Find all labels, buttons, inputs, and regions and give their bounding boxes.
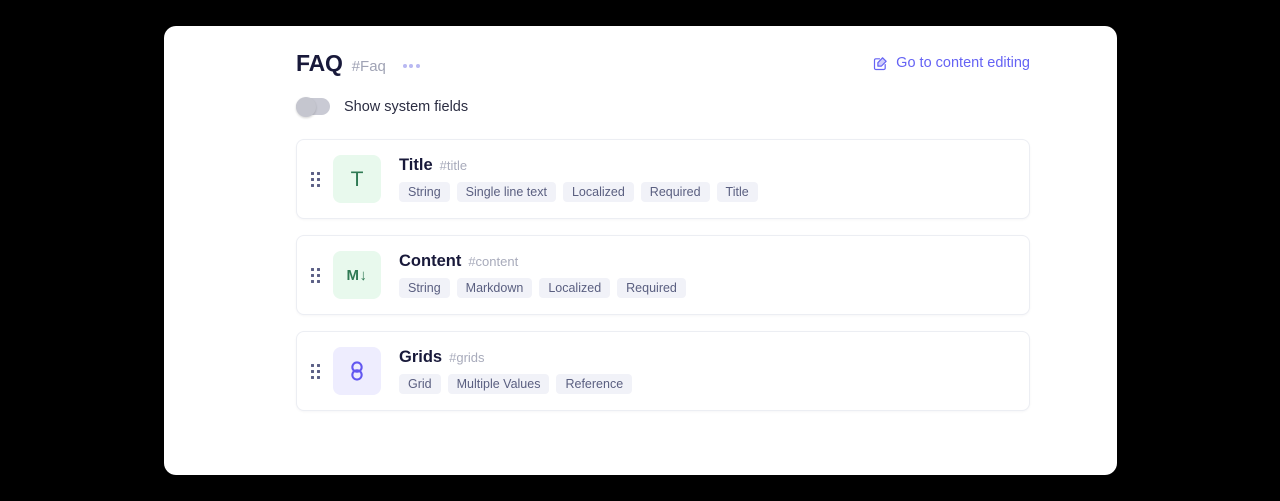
field-tag: Multiple Values (447, 374, 550, 394)
dot-icon (409, 63, 414, 68)
toggle-knob (296, 96, 316, 117)
field-tag: Required (640, 182, 710, 202)
field-name: Content (399, 252, 462, 270)
field-icon-glyph: T (350, 167, 364, 191)
field-slug: #title (439, 158, 468, 173)
dot-icon (402, 63, 407, 68)
field-body: Grids #grids Grid Multiple Values Refere… (399, 348, 1029, 394)
edit-square-icon (873, 56, 888, 71)
chain-link-icon (351, 361, 363, 381)
field-tag: Single line text (456, 182, 556, 202)
text-type-icon: T (333, 155, 381, 203)
show-system-fields-toggle[interactable] (296, 96, 330, 117)
panel-header: FAQ #Faq Go to content editing (296, 46, 1030, 80)
field-slug: #grids (449, 350, 485, 365)
field-body: Content #content String Markdown Localiz… (399, 252, 1029, 298)
drag-dots-icon (310, 267, 320, 283)
field-tags: String Markdown Localized Required (399, 278, 1029, 298)
field-body: Title #title String Single line text Loc… (399, 156, 1029, 202)
field-icon-glyph: M↓ (346, 266, 368, 284)
more-options-button[interactable] (401, 58, 422, 74)
reference-link-icon (333, 347, 381, 395)
field-tag: Required (617, 278, 686, 298)
drag-dots-icon (310, 171, 320, 187)
field-slug: #content (468, 254, 519, 269)
go-to-content-editing-link[interactable]: Go to content editing (873, 55, 1030, 71)
field-tag: Title (716, 182, 758, 202)
content-model-panel: FAQ #Faq Go to content editing Show syst… (164, 26, 1117, 475)
drag-handle[interactable] (297, 267, 333, 283)
field-tag: Reference (556, 374, 633, 394)
field-tags: Grid Multiple Values Reference (399, 374, 1029, 394)
model-slug: #Faq (351, 57, 386, 75)
model-title-group: FAQ #Faq (296, 50, 422, 77)
page-title: FAQ (296, 49, 343, 76)
field-card[interactable]: M↓ Content #content String Markdown Loca… (296, 235, 1030, 315)
field-tag: Localized (539, 278, 611, 298)
show-system-fields-label: Show system fields (344, 98, 469, 115)
field-name-row: Title #title (399, 156, 1029, 175)
drag-handle[interactable] (297, 171, 333, 187)
field-card[interactable]: T Title #title String Single line text L… (296, 139, 1030, 219)
field-tag: Grid (399, 374, 441, 394)
field-tag: Markdown (456, 278, 533, 298)
field-name-row: Content #content (399, 252, 1029, 271)
drag-dots-icon (310, 363, 320, 379)
field-name: Grids (399, 348, 443, 366)
field-name: Title (399, 156, 433, 174)
drag-handle[interactable] (297, 363, 333, 379)
field-card[interactable]: Grids #grids Grid Multiple Values Refere… (296, 331, 1030, 411)
field-name-row: Grids #grids (399, 348, 1029, 367)
field-list: T Title #title String Single line text L… (296, 139, 1030, 427)
field-tag: Localized (562, 182, 634, 202)
markdown-type-icon: M↓ (333, 251, 381, 299)
show-system-fields-row: Show system fields (296, 96, 469, 117)
field-tag: String (399, 278, 450, 298)
dot-icon (415, 63, 420, 68)
field-tags: String Single line text Localized Requir… (399, 182, 1029, 202)
field-tag: String (399, 182, 450, 202)
edit-link-label: Go to content editing (896, 55, 1030, 71)
